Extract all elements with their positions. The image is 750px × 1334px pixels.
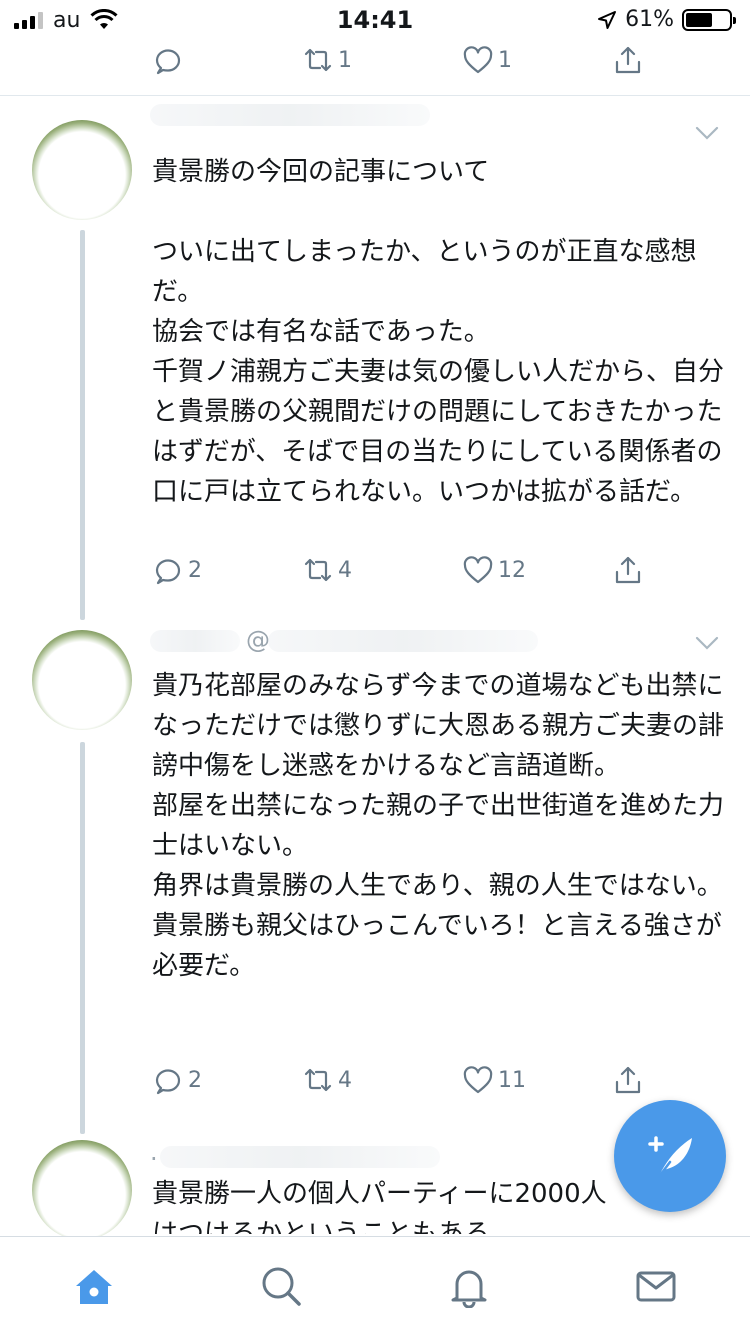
- like-button[interactable]: 1: [462, 44, 612, 76]
- share-button[interactable]: [612, 554, 644, 586]
- like-count: 12: [498, 557, 526, 583]
- tweet-actions: 2 4 12: [152, 550, 652, 590]
- tweet-text: 貴景勝の今回の記事について ついに出てしまったか、というのが正直な感想だ。 協会…: [152, 157, 725, 507]
- reply-button[interactable]: 2: [152, 554, 302, 586]
- retweet-icon: [304, 48, 332, 72]
- like-button[interactable]: 11: [462, 1064, 612, 1096]
- like-count: 11: [498, 1067, 526, 1093]
- location-arrow-icon: [598, 10, 617, 29]
- share-button[interactable]: [612, 44, 644, 76]
- reply-icon: [155, 49, 181, 75]
- retweet-count: 4: [338, 557, 352, 583]
- tab-notifications[interactable]: [375, 1237, 563, 1334]
- search-icon: [262, 1267, 301, 1306]
- previous-tweet-actions: 1 1: [152, 40, 652, 80]
- share-icon: [615, 46, 641, 74]
- retweet-icon: [304, 558, 332, 582]
- tab-bar: [0, 1236, 750, 1334]
- battery-fill: [686, 12, 712, 27]
- retweet-button[interactable]: 1: [302, 44, 462, 76]
- heart-icon: [463, 556, 493, 584]
- avatar[interactable]: [32, 630, 132, 730]
- avatar[interactable]: [32, 120, 132, 220]
- tab-messages[interactable]: [563, 1237, 750, 1334]
- share-icon: [615, 556, 641, 584]
- tab-search[interactable]: [188, 1237, 376, 1334]
- notifications-bell-icon: [451, 1270, 487, 1308]
- battery-icon: [682, 8, 736, 31]
- author-name-blurred: [160, 1146, 440, 1168]
- retweet-icon: [304, 1068, 332, 1092]
- author-name-blurred: [150, 104, 430, 126]
- reply-button[interactable]: [152, 44, 302, 76]
- compose-tweet-icon: [648, 1136, 692, 1180]
- retweet-button[interactable]: 4: [302, 1064, 462, 1096]
- retweet-button[interactable]: 4: [302, 554, 462, 586]
- tweet-actions: 2 4 11: [152, 1060, 652, 1100]
- thread-line: [80, 230, 85, 620]
- compose-tweet-button[interactable]: [614, 1100, 726, 1212]
- retweet-count: 1: [338, 47, 352, 73]
- like-count: 1: [498, 47, 512, 73]
- tab-home[interactable]: [0, 1237, 188, 1334]
- share-button[interactable]: [612, 1064, 644, 1096]
- status-bar: au 14:41 61%: [0, 0, 750, 40]
- separator: [0, 95, 750, 96]
- author-handle: @: [246, 626, 270, 654]
- heart-icon: [463, 46, 493, 74]
- avatar[interactable]: [32, 1140, 132, 1240]
- reply-count: 2: [188, 557, 202, 583]
- share-icon: [615, 1066, 641, 1094]
- thread-line: [80, 742, 85, 1134]
- author-handle-blurred: [268, 630, 538, 652]
- battery-percent: 61%: [625, 7, 674, 32]
- home-icon: [75, 1269, 112, 1304]
- author-handle: .: [150, 1138, 158, 1166]
- retweet-count: 4: [338, 1067, 352, 1093]
- messages-envelope-icon: [636, 1271, 676, 1301]
- status-right: 61%: [597, 7, 736, 32]
- author-name-blurred: [150, 630, 240, 652]
- heart-icon: [463, 1066, 493, 1094]
- reply-icon: [155, 559, 181, 585]
- chevron-down-icon[interactable]: [694, 630, 720, 656]
- like-button[interactable]: 12: [462, 554, 612, 586]
- reply-count: 2: [188, 1067, 202, 1093]
- reply-icon: [155, 1069, 181, 1095]
- reply-button[interactable]: 2: [152, 1064, 302, 1096]
- tweet-text: 貴乃花部屋のみならず今までの道場なども出禁になっただけでは懲りずに大恩ある親方ご…: [152, 671, 725, 981]
- chevron-down-icon[interactable]: [694, 120, 720, 146]
